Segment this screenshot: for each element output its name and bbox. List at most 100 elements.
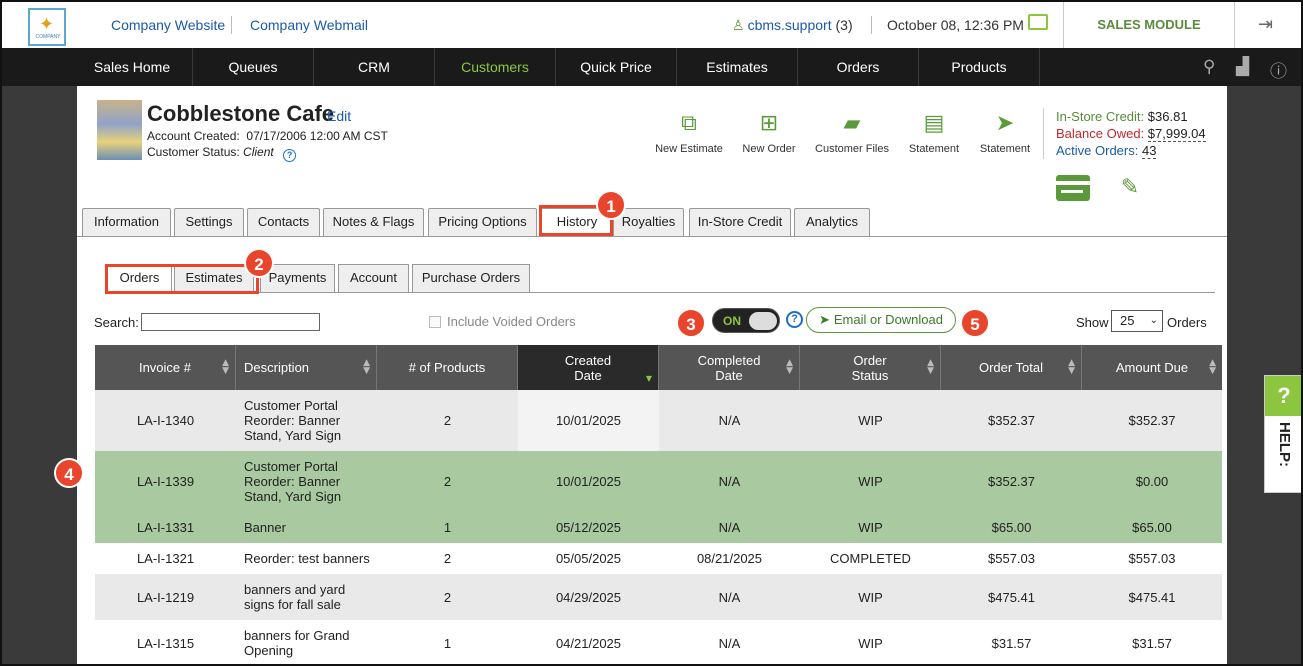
col-order-status[interactable]: Order Status ▲ ▼ — [800, 345, 941, 390]
col-status-label: Order Status — [851, 352, 889, 383]
cell-created: 10/01/2025 — [555, 474, 622, 489]
cell-due: $475.41 — [1128, 589, 1176, 605]
col-description-label: Description — [244, 360, 310, 375]
cell-due: $352.37 — [1128, 413, 1176, 428]
new-order-button[interactable]: ⊞ New Order — [724, 110, 814, 155]
customer-files-label: Customer Files — [815, 143, 889, 155]
nav-estimates[interactable]: Estimates — [677, 48, 798, 86]
col-amount-due[interactable]: Amount Due ▲ ▼ — [1082, 345, 1222, 390]
cell-total: $475.41 — [988, 589, 1035, 605]
sort-icon: ▲ ▼ — [786, 358, 793, 376]
email-download-button[interactable]: ➤ Email or Download — [806, 307, 956, 333]
table-row[interactable]: LA-I-1321 Reorder: test banners 2 05/05/… — [95, 543, 1222, 574]
col-completed-date[interactable]: Completed Date ▲ ▼ — [659, 345, 800, 390]
tabs-underline — [77, 236, 1227, 237]
search-icon[interactable]: ⚲ — [1203, 57, 1215, 77]
cell-products: 2 — [443, 413, 452, 428]
page-size-value: 25 — [1120, 313, 1135, 328]
folder-open-icon: ▰ — [843, 111, 861, 136]
account-created-label: Account Created: — [147, 129, 240, 143]
customer-status-value: Client — [243, 145, 274, 159]
cell-total: $557.03 — [988, 551, 1035, 566]
table-row[interactable]: LA-I-1331 Banner 1 05/12/2025 N/A WIP $6… — [95, 512, 1222, 543]
main-nav: Sales Home Queues CRM Customers Quick Pr… — [2, 48, 1301, 86]
col-description[interactable]: Description ▲ ▼ — [236, 345, 377, 390]
tab-pricing-options[interactable]: Pricing Options — [428, 208, 537, 236]
help-circle-icon[interactable]: ⓘ — [1270, 57, 1287, 82]
nav-customers[interactable]: Customers — [435, 48, 556, 86]
nav-crm[interactable]: CRM — [314, 48, 435, 86]
cell-created: 10/01/2025 — [518, 390, 659, 451]
edit-customer-link[interactable]: Edit — [327, 108, 351, 124]
nav-sales-home[interactable]: Sales Home — [72, 48, 193, 86]
folder-icon[interactable] — [1028, 14, 1048, 30]
col-products[interactable]: # of Products — [377, 345, 518, 390]
cell-completed: N/A — [718, 589, 741, 605]
table-row[interactable]: LA-I-1219 banners and yard signs for fal… — [95, 574, 1222, 620]
col-created-date[interactable]: Created Date ▼ — [518, 345, 659, 390]
cell-products: 1 — [443, 520, 452, 535]
filter-toggle[interactable]: ON — [712, 308, 780, 333]
chevron-down-icon: ⌄ — [1149, 315, 1158, 326]
cell-due: $31.57 — [1132, 635, 1172, 651]
table-row[interactable]: LA-I-1340 Customer Portal Reorder: Banne… — [95, 390, 1222, 451]
nav-queues[interactable]: Queues — [193, 48, 314, 86]
pay-tag-icon[interactable]: ✎ — [1113, 175, 1147, 201]
question-icon[interactable]: ? — [283, 149, 297, 162]
nav-products[interactable]: Products — [919, 48, 1040, 86]
cell-status: WIP — [858, 589, 883, 605]
layers-plus-icon: ⧉ — [681, 111, 697, 136]
sales-module-label[interactable]: SALES MODULE — [1064, 2, 1234, 48]
search-input[interactable] — [141, 313, 320, 331]
tab-notes-flags[interactable]: Notes & Flags — [323, 208, 424, 236]
checkbox-box[interactable] — [429, 316, 441, 328]
nav-quick-price[interactable]: Quick Price — [556, 48, 677, 86]
company-webmail-link[interactable]: Company Webmail — [250, 17, 368, 33]
table-row[interactable]: LA-I-1339 Customer Portal Reorder: Banne… — [95, 451, 1222, 512]
customer-status: Customer Status: Client ? — [147, 145, 297, 162]
toggle-help-icon[interactable]: ? — [786, 311, 803, 328]
company-website-link[interactable]: Company Website — [111, 17, 225, 33]
new-estimate-button[interactable]: ⧉ New Estimate — [644, 110, 734, 155]
tab-instore-credit[interactable]: In-Store Credit — [689, 208, 791, 236]
tab-contacts[interactable]: Contacts — [247, 208, 320, 236]
customer-status-label: Customer Status: — [147, 145, 240, 159]
cell-created: 05/05/2025 — [555, 551, 622, 566]
cell-created: 04/21/2025 — [555, 635, 622, 651]
cell-description: banners for Grand Opening — [244, 628, 350, 658]
new-order-label: New Order — [742, 143, 796, 155]
statement-send-button[interactable]: ➤ Statement — [960, 110, 1050, 155]
user-count: (3) — [835, 17, 853, 33]
credit-card-icon[interactable] — [1056, 175, 1090, 201]
help-tab[interactable]: ? HELP: — [1264, 375, 1301, 493]
nav-orders[interactable]: Orders — [798, 48, 919, 86]
customer-files-button[interactable]: ▰ Customer Files — [807, 110, 897, 155]
col-invoice[interactable]: Invoice # ▲ ▼ — [95, 345, 236, 390]
balance-owed-value[interactable]: $7,999.04 — [1147, 126, 1206, 142]
callout-3: 3 — [676, 308, 706, 338]
tab-settings[interactable]: Settings — [174, 208, 244, 236]
col-due-label: Amount Due — [1115, 360, 1189, 375]
instore-credit-value: $36.81 — [1147, 109, 1188, 124]
analytics-icon[interactable]: ▟ — [1236, 57, 1249, 77]
active-orders-value[interactable]: 43 — [1141, 143, 1157, 159]
callout-2: 2 — [244, 248, 274, 278]
table-row[interactable]: LA-I-1315 banners for Grand Opening 1 04… — [95, 620, 1222, 664]
cell-completed: 08/21/2025 — [696, 551, 763, 566]
current-user[interactable]: ♙ cbms.support (3) — [732, 17, 853, 34]
page-size-select[interactable]: 25 ⌄ — [1111, 310, 1163, 332]
tab-information[interactable]: Information — [82, 208, 171, 236]
subtab-account[interactable]: Account — [338, 264, 409, 292]
tab-analytics[interactable]: Analytics — [794, 208, 870, 236]
logout-icon[interactable]: ⇥ — [1258, 14, 1273, 35]
company-logo[interactable]: ✦ COMPANY — [28, 8, 66, 46]
col-order-total[interactable]: Order Total ▲ ▼ — [941, 345, 1082, 390]
include-voided-checkbox[interactable]: Include Voided Orders — [429, 314, 576, 329]
cell-due: $65.00 — [1132, 520, 1172, 535]
cell-total: $65.00 — [991, 520, 1032, 535]
instore-credit-label: In-Store Credit: — [1056, 109, 1145, 124]
customer-name: Cobblestone Cafe — [147, 101, 335, 126]
paper-plane-icon: ➤ — [995, 111, 1015, 136]
include-voided-label: Include Voided Orders — [447, 314, 576, 329]
subtab-purchase-orders[interactable]: Purchase Orders — [412, 264, 530, 292]
